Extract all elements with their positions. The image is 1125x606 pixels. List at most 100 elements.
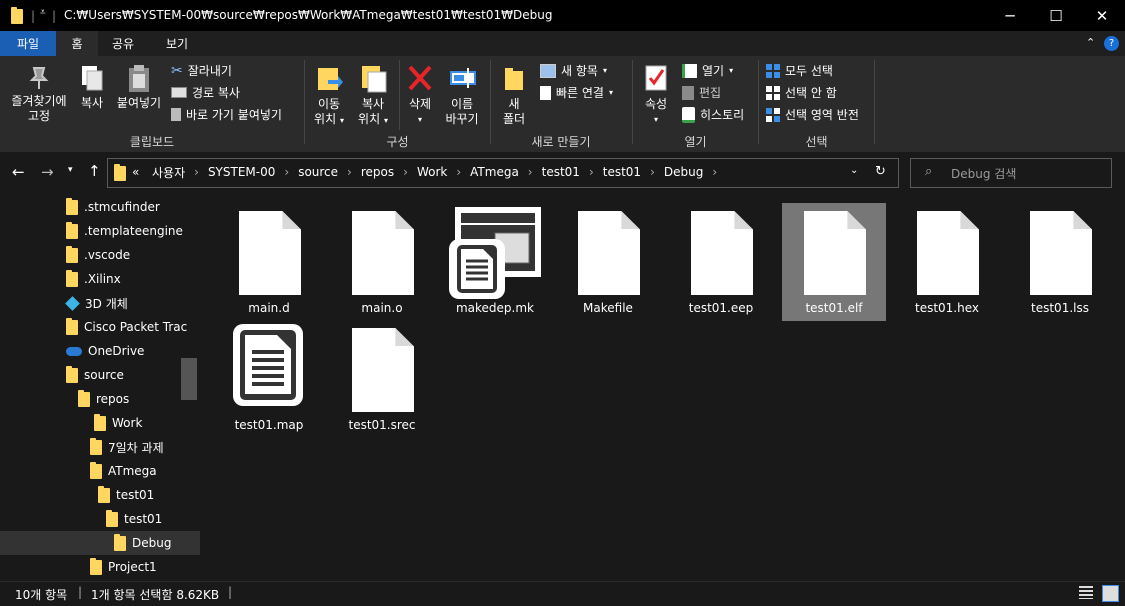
minimize-button[interactable]: ─ [987,0,1033,31]
nav-item[interactable]: .vscode [66,243,130,267]
chevron-right-icon[interactable]: › [584,165,599,179]
breadcrumb-item[interactable]: source [294,165,342,179]
nav-item[interactable]: test01 [98,483,154,507]
nav-item[interactable]: 7일차 과제 [90,435,164,459]
back-arrow-icon[interactable]: ← [12,163,25,181]
cut-button[interactable]: ✂ 잘라내기 [171,62,232,79]
nav-item[interactable]: .Xilinx [66,267,121,291]
close-button[interactable]: ✕ [1079,0,1125,31]
large-icons-view-icon[interactable] [1102,585,1119,602]
file-item[interactable]: makedep.mk [443,203,547,321]
breadcrumb-item[interactable]: SYSTEM-00 [204,165,279,179]
chevron-right-icon[interactable]: › [645,165,660,179]
ribbon: 즐겨찾기에 고정 복사 붙여넣기 ✂ 잘라내기 경로 복사 바로 가기 붙여넣기 … [0,56,1125,153]
tab-share[interactable]: 공유 [98,31,148,56]
breadcrumb-item[interactable]: Debug [660,165,707,179]
address-bar[interactable]: « 사용자 › SYSTEM-00 › source › repos › Work › ATmega… [107,158,899,188]
nav-item[interactable]: OneDrive [66,339,144,363]
chevron-right-icon[interactable]: › [451,165,466,179]
nav-item[interactable]: Cisco Packet Trac [66,315,187,339]
breadcrumb-overflow[interactable]: « [132,165,139,179]
file-item[interactable]: test01.elf [782,203,886,321]
forward-arrow-icon[interactable]: → [41,163,54,181]
tab-view[interactable]: 보기 [148,31,206,56]
chevron-right-icon[interactable]: › [189,165,204,179]
chevron-right-icon[interactable]: › [398,165,413,179]
nav-scrollbar-thumb[interactable] [181,358,197,400]
refresh-icon[interactable]: ↻ [875,164,886,179]
delete-button[interactable]: 삭제 ▾ [402,62,438,127]
breadcrumb-item[interactable]: 사용자 [148,164,189,181]
breadcrumb-item[interactable]: Work [413,165,451,179]
breadcrumb-item[interactable]: test01 [538,165,584,179]
nav-item[interactable]: ATmega [90,459,157,483]
breadcrumb-item[interactable]: test01 [599,165,645,179]
nav-item[interactable]: .templateengine [66,219,183,243]
pin-button[interactable]: 즐겨찾기에 고정 [4,64,74,124]
invert-selection-button[interactable]: 선택 영역 반전 [766,106,859,123]
details-view-icon[interactable] [1079,586,1093,599]
tab-home[interactable]: 홈 [56,31,98,56]
edit-icon [682,85,694,100]
properties-button[interactable]: 속성 ▾ [638,62,674,127]
cube-3d-icon [65,295,80,311]
file-item[interactable]: test01.hex [895,203,999,321]
chevron-right-icon[interactable]: › [279,165,294,179]
copy-button[interactable]: 복사 [74,64,110,111]
file-item[interactable]: test01.map [217,320,321,438]
nav-item-label: .templateengine [84,224,183,238]
tab-file[interactable]: 파일 [0,31,56,56]
chevron-right-icon[interactable]: › [523,165,538,179]
chevron-right-icon[interactable]: › [707,165,722,179]
organize-group-label: 구성 [386,135,409,149]
file-item[interactable]: test01.srec [330,320,434,438]
maximize-button[interactable]: ☐ [1033,0,1079,31]
address-dropdown-icon[interactable]: ⌄ [850,165,858,176]
help-icon[interactable]: ? [1104,36,1119,51]
rename-button[interactable]: 이름 바꾸기 [440,62,484,127]
copy-label: 복사 [80,96,104,110]
nav-item[interactable]: .stmcufinder [66,195,160,219]
file-item[interactable]: main.d [217,203,321,321]
nav-item[interactable]: Debug [0,531,200,555]
easy-access-button[interactable]: 빠른 연결 ▾ [540,84,613,101]
history-button[interactable]: 히스토리 [682,106,744,123]
file-item[interactable]: test01.lss [1008,203,1112,321]
nav-item[interactable]: Project1 [90,555,157,579]
copy-path-button[interactable]: 경로 복사 [171,84,240,101]
chevron-right-icon[interactable]: › [342,165,357,179]
paste-button[interactable]: 붙여넣기 [112,64,166,111]
paste-shortcut-button[interactable]: 바로 가기 붙여넣기 [171,106,282,123]
breadcrumb-item[interactable]: ATmega [466,165,523,179]
quick-access-dropdown-icon[interactable]: ⩡ [40,7,46,18]
blank-file-icon [239,211,301,295]
new-folder-button[interactable]: 새 폴더 [496,62,532,127]
move-to-button[interactable]: 이동 위치 ▾ [308,62,350,128]
nav-item[interactable]: 3D 개체 [65,291,128,315]
open-button[interactable]: 열기 ▾ [682,62,733,79]
select-none-button[interactable]: 선택 안 함 [766,84,837,101]
nav-item[interactable]: Work [94,411,142,435]
blank-file-icon [352,328,414,412]
copy-to-button[interactable]: 복사 위치 ▾ [352,62,394,128]
new-item-button[interactable]: 새 항목 ▾ [540,62,607,79]
collapse-ribbon-icon[interactable]: ⌃ [1086,36,1095,49]
edit-button[interactable]: 편집 [682,84,721,101]
nav-item[interactable]: source [66,363,124,387]
separator: | [78,585,83,599]
file-item[interactable]: Makefile [556,203,660,321]
search-box[interactable]: ⌕ Debug 검색 [910,158,1112,188]
breadcrumb-item[interactable]: repos [357,165,398,179]
recent-locations-icon[interactable]: ▾ [68,165,73,175]
select-all-button[interactable]: 모두 선택 [766,62,833,79]
search-input[interactable]: Debug 검색 [951,165,1016,182]
file-item[interactable]: test01.eep [669,203,773,321]
file-item[interactable]: main.o [330,203,434,321]
nav-item[interactable]: test01 [106,507,162,531]
copy-to-label: 복사 [361,97,385,111]
paste-shortcut-label: 바로 가기 붙여넣기 [186,108,282,122]
blank-file-icon [917,211,979,295]
up-arrow-icon[interactable]: ↑ [88,162,101,180]
nav-item[interactable]: repos [78,387,129,411]
file-list: main.d main.o makedep.mk Makefile test01.eep… [200,195,1125,581]
